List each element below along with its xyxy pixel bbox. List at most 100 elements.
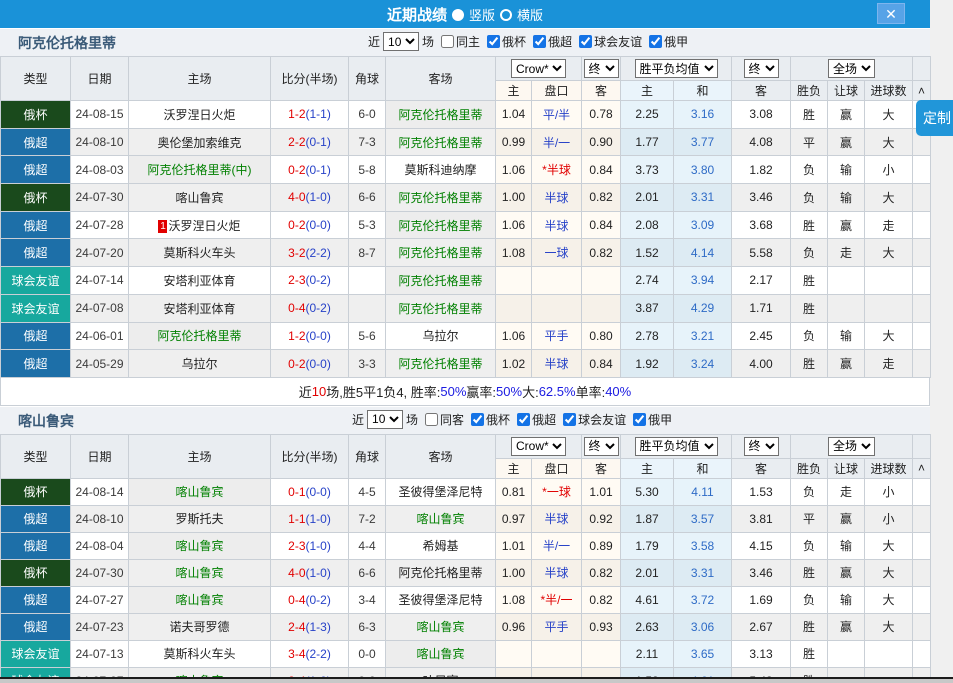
close-icon[interactable]: ✕	[877, 3, 905, 24]
summary-text: 大:	[522, 382, 539, 401]
league-checkbox-3-label[interactable]: 俄甲	[664, 33, 688, 50]
asia-odds-home-cell: 1.02	[496, 350, 532, 378]
same-venue-checkbox-label[interactable]: 同主	[456, 33, 480, 50]
result-handicap-cell: 走	[828, 478, 865, 505]
league-type-cell: 俄杯	[1, 559, 71, 586]
europe-odds-home-cell: 1.92	[621, 350, 674, 378]
scrollbar-up-arrow[interactable]: ˄	[913, 81, 931, 101]
league-type-cell: 俄超	[1, 156, 71, 184]
horizontal-radio-label[interactable]: 横版	[517, 5, 543, 24]
match-row: 俄超24-08-10罗斯托夫1-1(1-0)7-2喀山鲁宾0.97半球0.921…	[1, 505, 931, 532]
result-goals-cell: 小	[865, 156, 913, 184]
result-handicap-cell	[828, 294, 865, 322]
recent-count-select[interactable]: 10	[383, 32, 419, 51]
match-row: 俄杯24-08-14喀山鲁宾0-1(0-0)4-5圣彼得堡泽尼特0.81*一球1…	[1, 478, 931, 505]
league-checkbox-2-label[interactable]: 球会友谊	[594, 33, 642, 50]
subcol-eu-away: 客	[732, 81, 791, 101]
gutter-cell	[913, 322, 931, 350]
date-cell: 24-06-01	[71, 322, 129, 350]
score-cell: 4-0(1-0)	[271, 184, 349, 212]
handicap-cell: 半/一	[532, 532, 582, 559]
score-cell: 1-1(1-0)	[271, 505, 349, 532]
asia-odds-away-cell: 0.84	[582, 211, 621, 239]
europe-odds-draw-cell: 3.06	[674, 613, 732, 640]
corners-cell: 8-7	[349, 239, 386, 267]
asia-odds-away-cell: 0.80	[582, 322, 621, 350]
handicap-cell: 半球	[532, 211, 582, 239]
bookmaker-select[interactable]: Crow*	[511, 59, 566, 78]
corners-cell: 5-6	[349, 322, 386, 350]
league-type-cell: 俄超	[1, 128, 71, 156]
league-checkbox-0-label[interactable]: 俄杯	[486, 411, 510, 428]
europe-odds-away-cell: 4.15	[732, 532, 791, 559]
result-wdl-cell: 胜	[791, 640, 828, 667]
home-team-cell: 莫斯科火车头	[129, 640, 271, 667]
match-row: 俄超24-07-23诺夫哥罗德2-4(1-3)6-3喀山鲁宾0.96平手0.93…	[1, 613, 931, 640]
date-cell: 24-07-14	[71, 267, 129, 295]
gutter-cell	[913, 294, 931, 322]
odds-time-select-1[interactable]: 终	[584, 59, 619, 78]
league-type-cell: 俄超	[1, 350, 71, 378]
wdl-average-select[interactable]: 胜平负均值	[635, 59, 718, 78]
league-checkbox-2-label[interactable]: 球会友谊	[578, 411, 626, 428]
league-checkbox-0[interactable]	[471, 413, 484, 426]
europe-odds-home-cell: 2.25	[621, 101, 674, 129]
match-row: 俄超24-06-01阿克伦托格里蒂1-2(0-0)5-6乌拉尔1.06平手0.8…	[1, 322, 931, 350]
result-wdl-cell: 平	[791, 128, 828, 156]
league-type-cell: 球会友谊	[1, 294, 71, 322]
league-checkbox-1[interactable]	[533, 35, 546, 48]
league-checkbox-2[interactable]	[563, 413, 576, 426]
europe-odds-home-cell: 3.87	[621, 294, 674, 322]
odds-time-select-2[interactable]: 终	[744, 437, 779, 456]
europe-odds-home-cell: 2.01	[621, 559, 674, 586]
same-venue-checkbox[interactable]	[425, 413, 438, 426]
league-type-cell: 球会友谊	[1, 267, 71, 295]
result-wdl-cell: 胜	[791, 211, 828, 239]
col-header-score: 比分(半场)	[271, 434, 349, 478]
league-checkbox-1[interactable]	[517, 413, 530, 426]
asia-odds-away-cell: 0.82	[582, 184, 621, 212]
subcol-result-goals: 进球数	[865, 81, 913, 101]
customize-button[interactable]: 定制	[916, 100, 953, 136]
asia-odds-home-cell: 0.81	[496, 478, 532, 505]
odds-time-select-1[interactable]: 终	[584, 437, 619, 456]
league-checkbox-0-label[interactable]: 俄杯	[502, 33, 526, 50]
date-cell: 24-07-28	[71, 211, 129, 239]
horizontal-layout-radio[interactable]	[500, 7, 512, 21]
home-team-cell: 阿克伦托格里蒂(中)	[129, 156, 271, 184]
league-checkbox-2[interactable]	[579, 35, 592, 48]
date-cell: 24-08-10	[71, 505, 129, 532]
result-wdl-cell: 负	[791, 586, 828, 613]
league-checkbox-3[interactable]	[649, 35, 662, 48]
score-cell: 0-1(0-0)	[271, 478, 349, 505]
vertical-layout-radio[interactable]	[452, 7, 464, 21]
league-checkbox-1-label[interactable]: 俄超	[548, 33, 572, 50]
away-team-cell: 阿克伦托格里蒂	[386, 211, 496, 239]
match-scope-select[interactable]: 全场	[828, 437, 875, 456]
corners-cell: 7-3	[349, 128, 386, 156]
scrollbar-up-arrow[interactable]: ˄	[913, 458, 931, 478]
col-header-away: 客场	[386, 57, 496, 101]
europe-odds-draw-cell: 3.31	[674, 184, 732, 212]
subcol-result-handicap: 让球	[828, 458, 865, 478]
gutter-cell	[913, 184, 931, 212]
same-venue-checkbox[interactable]	[441, 35, 454, 48]
league-checkbox-0[interactable]	[487, 35, 500, 48]
odds-time-select-2[interactable]: 终	[744, 59, 779, 78]
league-checkbox-3[interactable]	[633, 413, 646, 426]
away-team-cell: 阿克伦托格里蒂	[386, 128, 496, 156]
recent-count-select[interactable]: 10	[367, 410, 403, 429]
league-checkbox-1-label[interactable]: 俄超	[532, 411, 556, 428]
wdl-average-select[interactable]: 胜平负均值	[635, 437, 718, 456]
vertical-radio-label[interactable]: 竖版	[469, 5, 495, 24]
result-handicap-cell: 赢	[828, 559, 865, 586]
same-venue-checkbox-label[interactable]: 同客	[440, 411, 464, 428]
date-cell: 24-08-10	[71, 128, 129, 156]
result-wdl-cell: 胜	[791, 294, 828, 322]
europe-odds-draw-cell: 4.14	[674, 239, 732, 267]
bookmaker-select[interactable]: Crow*	[511, 437, 566, 456]
subcol-eu-home: 主	[621, 81, 674, 101]
dialog-titlebar: 近期战绩 竖版 横版 ✕	[0, 0, 930, 28]
match-scope-select[interactable]: 全场	[828, 59, 875, 78]
league-checkbox-3-label[interactable]: 俄甲	[648, 411, 672, 428]
